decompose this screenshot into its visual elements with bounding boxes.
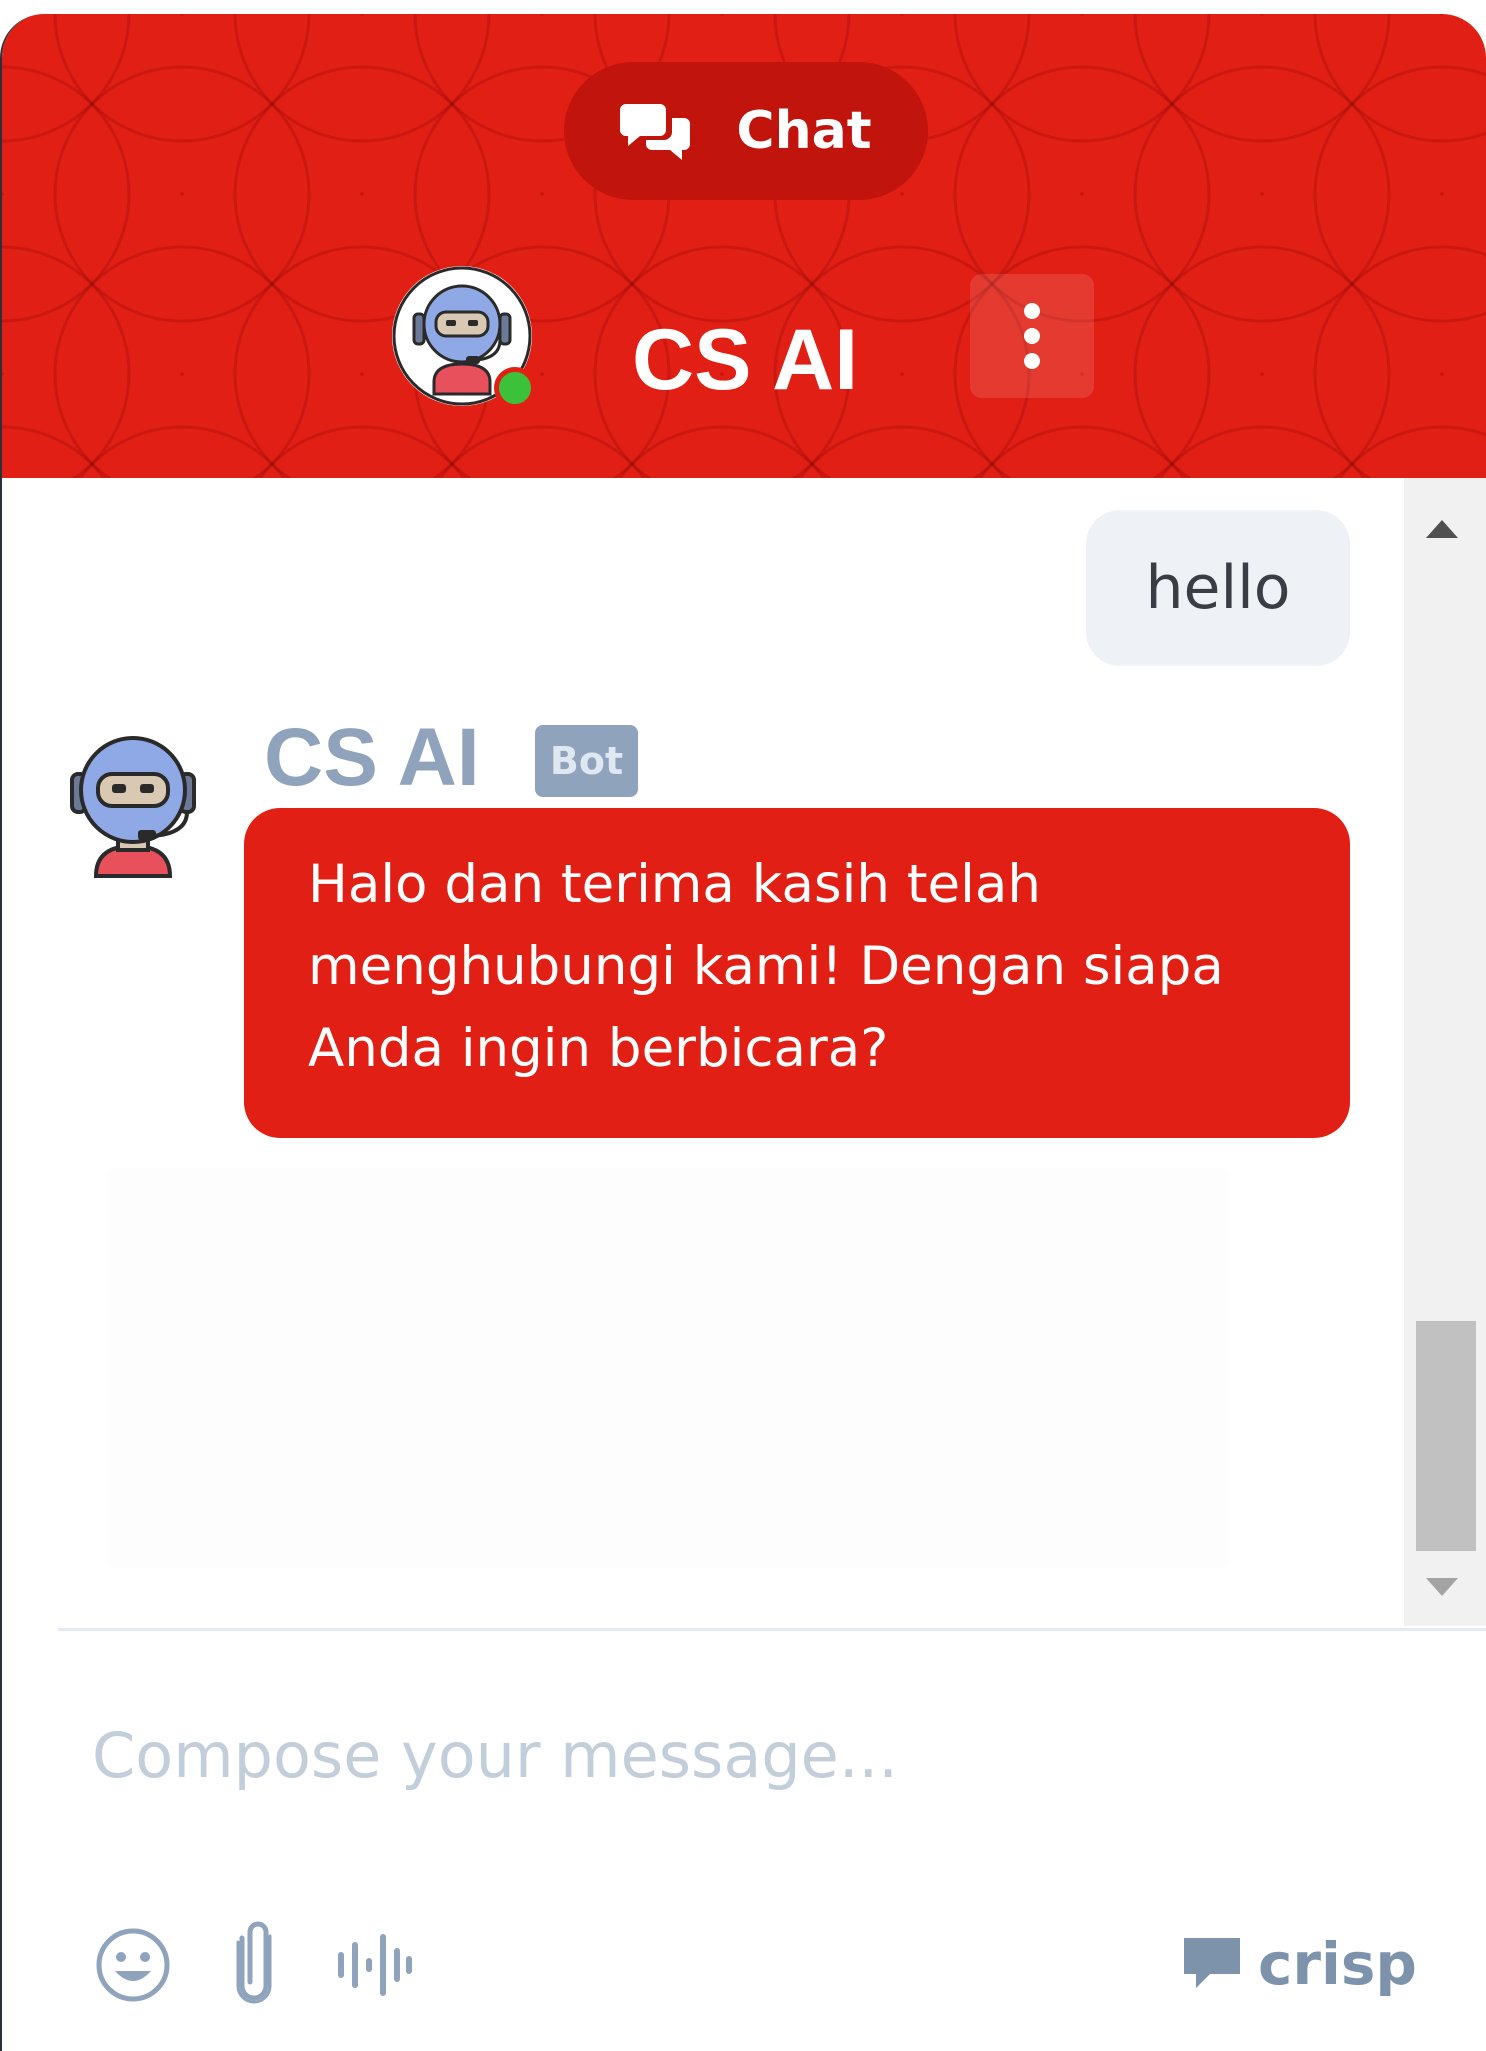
chat-tab-button[interactable]: Chat bbox=[564, 62, 928, 200]
attachment-icon[interactable] bbox=[228, 1918, 280, 2008]
chat-header: Chat CS AI bbox=[2, 14, 1486, 478]
compose-message-input[interactable] bbox=[92, 1700, 1392, 1810]
user-message-bubble: hello bbox=[1086, 510, 1350, 666]
scrollbar-thumb[interactable] bbox=[1416, 1321, 1476, 1551]
more-vertical-icon bbox=[1024, 303, 1040, 369]
message-list: hello CS AI Bot Halo dan terima kasih te… bbox=[2, 478, 1404, 1616]
crisp-chat-icon bbox=[1184, 1938, 1240, 1988]
chat-widget: Chat CS AI hello CS AI Bot Halo dan teri… bbox=[0, 14, 1486, 2051]
scroll-up-arrow-icon[interactable] bbox=[1426, 520, 1458, 538]
message-scrollbar[interactable] bbox=[1404, 478, 1486, 1626]
bot-name: CS AI bbox=[264, 712, 480, 803]
message-placeholder-area bbox=[108, 1168, 1228, 1568]
bot-avatar-icon bbox=[70, 736, 196, 878]
bot-message-bubble: Halo dan terima kasih telah menghubungi … bbox=[244, 808, 1350, 1138]
voice-icon[interactable] bbox=[336, 1934, 412, 1996]
chat-bubbles-icon bbox=[620, 104, 691, 160]
more-options-button[interactable] bbox=[970, 274, 1094, 398]
composer-divider bbox=[58, 1628, 1486, 1631]
crisp-branding-link[interactable]: crisp bbox=[1180, 1924, 1417, 2004]
chat-tab-label: Chat bbox=[736, 101, 872, 161]
emoji-icon[interactable] bbox=[94, 1926, 172, 2004]
scroll-down-arrow-icon[interactable] bbox=[1426, 1578, 1458, 1596]
online-status-indicator bbox=[494, 367, 536, 409]
bot-badge: Bot bbox=[535, 725, 638, 797]
agent-name: CS AI bbox=[632, 312, 859, 408]
crisp-label: crisp bbox=[1258, 1930, 1417, 1998]
